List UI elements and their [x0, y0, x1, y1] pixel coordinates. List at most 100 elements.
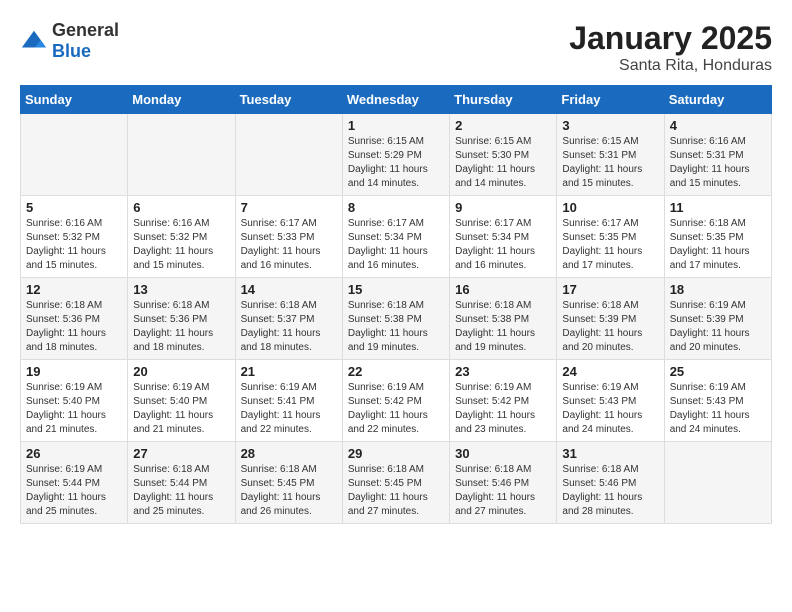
page-header: General Blue January 2025 Santa Rita, Ho…	[20, 20, 772, 75]
day-number: 14	[241, 282, 337, 297]
calendar-cell: 27 Sunrise: 6:18 AM Sunset: 5:44 PM Dayli…	[128, 442, 235, 524]
cell-content: Sunrise: 6:15 AM Sunset: 5:31 PM Dayligh…	[562, 135, 658, 191]
calendar-cell: 26Sunrise: 6:19 AM Sunset: 5:44 PM Dayli…	[21, 442, 128, 524]
cell-content: Sunrise: 6:19 AM Sunset: 5:39 PM Dayligh…	[670, 299, 766, 355]
day-number: 12	[26, 282, 122, 297]
day-number: 22	[348, 364, 444, 379]
day-number: 6	[133, 200, 229, 215]
day-number: 20	[133, 364, 229, 379]
day-number: 23	[455, 364, 551, 379]
calendar-week-row: 5 Sunrise: 6:16 AM Sunset: 5:32 PM Daylig…	[21, 196, 772, 278]
month-title: January 2025	[569, 20, 772, 57]
cell-content: Sunrise: 6:18 AM Sunset: 5:36 PM Dayligh…	[26, 299, 122, 355]
calendar-cell: 17Sunrise: 6:18 AM Sunset: 5:39 PM Dayli…	[557, 278, 664, 360]
day-number: 27	[133, 446, 229, 461]
calendar-cell: 10Sunrise: 6:17 AM Sunset: 5:35 PM Dayli…	[557, 196, 664, 278]
calendar-body: 1 Sunrise: 6:15 AM Sunset: 5:29 PM Daylig…	[21, 114, 772, 524]
cell-content: Sunrise: 6:18 AM Sunset: 5:45 PM Dayligh…	[348, 463, 444, 519]
calendar-cell: 6 Sunrise: 6:16 AM Sunset: 5:32 PM Daylig…	[128, 196, 235, 278]
calendar-cell: 2 Sunrise: 6:15 AM Sunset: 5:30 PM Daylig…	[450, 114, 557, 196]
calendar-week-row: 26Sunrise: 6:19 AM Sunset: 5:44 PM Dayli…	[21, 442, 772, 524]
cell-content: Sunrise: 6:19 AM Sunset: 5:40 PM Dayligh…	[133, 381, 229, 437]
logo-blue: Blue	[52, 41, 91, 61]
calendar-cell: 8 Sunrise: 6:17 AM Sunset: 5:34 PM Daylig…	[342, 196, 449, 278]
calendar-cell: 12 Sunrise: 6:18 AM Sunset: 5:36 PM Dayli…	[21, 278, 128, 360]
title-block: January 2025 Santa Rita, Honduras	[569, 20, 772, 75]
day-number: 13	[133, 282, 229, 297]
day-number: 2	[455, 118, 551, 133]
cell-content: Sunrise: 6:19 AM Sunset: 5:40 PM Dayligh…	[26, 381, 122, 437]
cell-content: Sunrise: 6:18 AM Sunset: 5:36 PM Dayligh…	[133, 299, 229, 355]
logo-icon	[20, 27, 48, 55]
calendar-cell: 7 Sunrise: 6:17 AM Sunset: 5:33 PM Daylig…	[235, 196, 342, 278]
day-number: 30	[455, 446, 551, 461]
cell-content: Sunrise: 6:17 AM Sunset: 5:34 PM Dayligh…	[455, 217, 551, 273]
header-cell-tuesday: Tuesday	[235, 86, 342, 114]
cell-content: Sunrise: 6:19 AM Sunset: 5:42 PM Dayligh…	[455, 381, 551, 437]
calendar-cell: 18 Sunrise: 6:19 AM Sunset: 5:39 PM Dayli…	[664, 278, 771, 360]
cell-content: Sunrise: 6:15 AM Sunset: 5:30 PM Dayligh…	[455, 135, 551, 191]
cell-content: Sunrise: 6:18 AM Sunset: 5:45 PM Dayligh…	[241, 463, 337, 519]
calendar-cell	[235, 114, 342, 196]
day-number: 9	[455, 200, 551, 215]
calendar-header: SundayMondayTuesdayWednesdayThursdayFrid…	[21, 86, 772, 114]
day-number: 8	[348, 200, 444, 215]
cell-content: Sunrise: 6:19 AM Sunset: 5:41 PM Dayligh…	[241, 381, 337, 437]
cell-content: Sunrise: 6:18 AM Sunset: 5:46 PM Dayligh…	[562, 463, 658, 519]
calendar-week-row: 19 Sunrise: 6:19 AM Sunset: 5:40 PM Dayli…	[21, 360, 772, 442]
cell-content: Sunrise: 6:18 AM Sunset: 5:35 PM Dayligh…	[670, 217, 766, 273]
calendar-cell: 23 Sunrise: 6:19 AM Sunset: 5:42 PM Dayli…	[450, 360, 557, 442]
day-number: 18	[670, 282, 766, 297]
calendar-cell: 19 Sunrise: 6:19 AM Sunset: 5:40 PM Dayli…	[21, 360, 128, 442]
cell-content: Sunrise: 6:18 AM Sunset: 5:38 PM Dayligh…	[455, 299, 551, 355]
calendar-table: SundayMondayTuesdayWednesdayThursdayFrid…	[20, 85, 772, 524]
day-number: 11	[670, 200, 766, 215]
day-number: 7	[241, 200, 337, 215]
cell-content: Sunrise: 6:19 AM Sunset: 5:42 PM Dayligh…	[348, 381, 444, 437]
day-number: 26	[26, 446, 122, 461]
calendar-cell: 25Sunrise: 6:19 AM Sunset: 5:43 PM Dayli…	[664, 360, 771, 442]
cell-content: Sunrise: 6:17 AM Sunset: 5:34 PM Dayligh…	[348, 217, 444, 273]
header-row: SundayMondayTuesdayWednesdayThursdayFrid…	[21, 86, 772, 114]
calendar-cell: 28 Sunrise: 6:18 AM Sunset: 5:45 PM Dayli…	[235, 442, 342, 524]
day-number: 5	[26, 200, 122, 215]
cell-content: Sunrise: 6:17 AM Sunset: 5:33 PM Dayligh…	[241, 217, 337, 273]
day-number: 28	[241, 446, 337, 461]
calendar-cell: 13 Sunrise: 6:18 AM Sunset: 5:36 PM Dayli…	[128, 278, 235, 360]
calendar-cell	[664, 442, 771, 524]
calendar-cell: 22 Sunrise: 6:19 AM Sunset: 5:42 PM Dayli…	[342, 360, 449, 442]
logo-general: General	[52, 20, 119, 40]
cell-content: Sunrise: 6:15 AM Sunset: 5:29 PM Dayligh…	[348, 135, 444, 191]
cell-content: Sunrise: 6:18 AM Sunset: 5:44 PM Dayligh…	[133, 463, 229, 519]
cell-content: Sunrise: 6:18 AM Sunset: 5:37 PM Dayligh…	[241, 299, 337, 355]
header-cell-thursday: Thursday	[450, 86, 557, 114]
header-cell-friday: Friday	[557, 86, 664, 114]
day-number: 19	[26, 364, 122, 379]
calendar-cell: 4Sunrise: 6:16 AM Sunset: 5:31 PM Daylig…	[664, 114, 771, 196]
cell-content: Sunrise: 6:16 AM Sunset: 5:32 PM Dayligh…	[133, 217, 229, 273]
day-number: 21	[241, 364, 337, 379]
calendar-cell: 29 Sunrise: 6:18 AM Sunset: 5:45 PM Dayli…	[342, 442, 449, 524]
calendar-cell: 11 Sunrise: 6:18 AM Sunset: 5:35 PM Dayli…	[664, 196, 771, 278]
calendar-cell: 31Sunrise: 6:18 AM Sunset: 5:46 PM Dayli…	[557, 442, 664, 524]
calendar-cell: 1 Sunrise: 6:15 AM Sunset: 5:29 PM Daylig…	[342, 114, 449, 196]
calendar-cell: 5 Sunrise: 6:16 AM Sunset: 5:32 PM Daylig…	[21, 196, 128, 278]
cell-content: Sunrise: 6:18 AM Sunset: 5:38 PM Dayligh…	[348, 299, 444, 355]
calendar-cell: 14 Sunrise: 6:18 AM Sunset: 5:37 PM Dayli…	[235, 278, 342, 360]
day-number: 3	[562, 118, 658, 133]
calendar-cell	[21, 114, 128, 196]
calendar-cell: 24Sunrise: 6:19 AM Sunset: 5:43 PM Dayli…	[557, 360, 664, 442]
calendar-cell: 15 Sunrise: 6:18 AM Sunset: 5:38 PM Dayli…	[342, 278, 449, 360]
cell-content: Sunrise: 6:16 AM Sunset: 5:32 PM Dayligh…	[26, 217, 122, 273]
day-number: 1	[348, 118, 444, 133]
day-number: 17	[562, 282, 658, 297]
day-number: 10	[562, 200, 658, 215]
header-cell-sunday: Sunday	[21, 86, 128, 114]
calendar-cell: 20 Sunrise: 6:19 AM Sunset: 5:40 PM Dayli…	[128, 360, 235, 442]
day-number: 29	[348, 446, 444, 461]
calendar-cell	[128, 114, 235, 196]
day-number: 24	[562, 364, 658, 379]
calendar-week-row: 12 Sunrise: 6:18 AM Sunset: 5:36 PM Dayli…	[21, 278, 772, 360]
day-number: 15	[348, 282, 444, 297]
logo: General Blue	[20, 20, 119, 62]
